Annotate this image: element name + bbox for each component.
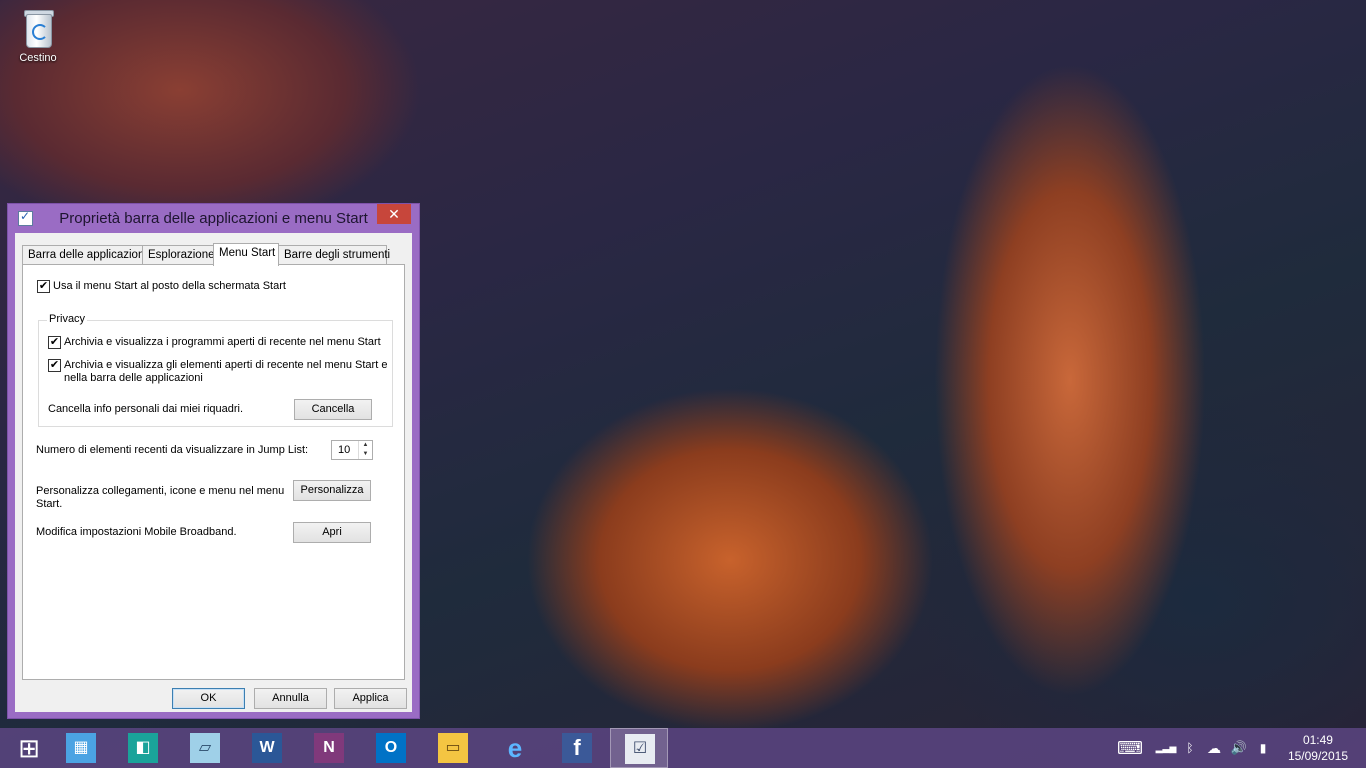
onenote-icon: N [314, 733, 344, 763]
use-start-menu-label[interactable]: Usa il menu Start al posto della scherma… [53, 280, 286, 292]
system-clock[interactable]: 01:49 15/09/2015 [1288, 732, 1348, 764]
privacy-group: Privacy ✔ Archivia e visualizza i progra… [38, 313, 393, 427]
network-signal-icon[interactable]: ▂▃▅ [1154, 728, 1178, 768]
apply-button[interactable]: Applica [334, 688, 407, 709]
jump-list-count-stepper[interactable]: 10 ▲ ▼ [331, 440, 373, 460]
outlook-icon: O [376, 733, 406, 763]
taskbar-item-taskbar-properties[interactable]: ☑ [610, 728, 668, 768]
clear-button[interactable]: Cancella [294, 399, 372, 420]
close-button[interactable]: ✕ [377, 204, 411, 224]
internet-explorer-icon: e [507, 733, 523, 763]
tab-navigation[interactable]: Esplorazione [142, 245, 214, 264]
customize-label-line1: Personalizza collegamenti, icone e menu … [36, 485, 285, 497]
taskbar-item-sway[interactable]: ◧ [114, 728, 172, 768]
store-items-label-line2[interactable]: nella barra delle applicazioni [64, 372, 203, 384]
onedrive-icon[interactable]: ☁ [1202, 728, 1226, 768]
recycle-bin-label: Cestino [19, 52, 57, 64]
notepad-icon: ▱ [190, 733, 220, 763]
tab-taskbar[interactable]: Barra delle applicazioni [22, 245, 147, 264]
dialog-client-area: Barra delle applicazioni Esplorazione Me… [15, 233, 412, 712]
start-menu-panel: ✔ Usa il menu Start al posto della scher… [22, 264, 405, 680]
clock-date: 15/09/2015 [1287, 749, 1348, 763]
taskbar-item-word[interactable]: W [238, 728, 296, 768]
taskbar: ⊞ ▦ ◧ ▱ W N O ▭ e f ☑ ⌨ ▂▃▅ ᛒ ☁ 🔊 ▮ 01:4… [0, 728, 1366, 768]
ok-button[interactable]: OK [172, 688, 245, 709]
bluetooth-icon[interactable]: ᛒ [1180, 728, 1200, 768]
taskbar-properties-icon: ☑ [625, 734, 655, 764]
clock-time: 01:49 [1302, 733, 1333, 747]
jump-list-count-value[interactable]: 10 [338, 444, 350, 456]
tab-toolbars[interactable]: Barre degli strumenti [278, 245, 390, 264]
stepper-arrows[interactable]: ▲ ▼ [358, 441, 372, 459]
dialog-title: Proprietà barra delle applicazioni e men… [59, 210, 368, 227]
title-bar[interactable]: Proprietà barra delle applicazioni e men… [8, 204, 419, 233]
use-start-menu-checkbox[interactable]: ✔ [37, 280, 50, 293]
file-explorer-icon: ▭ [438, 733, 468, 763]
store-items-checkbox[interactable]: ✔ [48, 359, 61, 372]
store-programs-checkbox[interactable]: ✔ [48, 336, 61, 349]
recycle-bin-icon [23, 8, 54, 48]
taskbar-item-facebook[interactable]: f [548, 728, 606, 768]
store-items-label-line1[interactable]: Archivia e visualizza gli elementi apert… [64, 359, 387, 371]
taskbar-item-file-explorer[interactable]: ▭ [424, 728, 482, 768]
tab-start-menu[interactable]: Menu Start [213, 243, 279, 266]
recycle-bin-shortcut[interactable]: Cestino [12, 8, 64, 64]
jump-list-label: Numero di elementi recenti da visualizza… [36, 444, 309, 456]
battery-power-icon[interactable]: ▮ [1252, 728, 1274, 768]
start-button[interactable]: ⊞ [0, 728, 58, 768]
broadband-label: Modifica impostazioni Mobile Broadband. [36, 526, 237, 538]
customize-button[interactable]: Personalizza [293, 480, 371, 501]
privacy-group-title: Privacy [47, 313, 88, 325]
taskbar-item-control-panel[interactable]: ▦ [52, 728, 110, 768]
sway-icon: ◧ [128, 733, 158, 763]
facebook-icon: f [562, 733, 592, 763]
volume-icon[interactable]: 🔊 [1228, 728, 1250, 768]
cancel-button[interactable]: Annulla [254, 688, 327, 709]
taskbar-item-notepad[interactable]: ▱ [176, 728, 234, 768]
taskbar-item-internet-explorer[interactable]: e [486, 728, 544, 768]
clear-info-label: Cancella info personali dai miei riquadr… [48, 403, 244, 415]
open-broadband-button[interactable]: Apri [293, 522, 371, 543]
stepper-down-icon[interactable]: ▼ [359, 450, 372, 459]
control-panel-icon: ▦ [66, 733, 96, 763]
touch-keyboard-icon[interactable]: ⌨ [1114, 728, 1146, 768]
store-programs-label[interactable]: Archivia e visualizza i programmi aperti… [64, 336, 381, 348]
word-icon: W [252, 733, 282, 763]
taskbar-item-onenote[interactable]: N [300, 728, 358, 768]
taskbar-item-outlook[interactable]: O [362, 728, 420, 768]
customize-label-line2: Start. [36, 498, 63, 510]
windows-logo-icon: ⊞ [18, 733, 40, 763]
taskbar-properties-dialog: Proprietà barra delle applicazioni e men… [7, 203, 420, 719]
stepper-up-icon[interactable]: ▲ [359, 441, 372, 450]
